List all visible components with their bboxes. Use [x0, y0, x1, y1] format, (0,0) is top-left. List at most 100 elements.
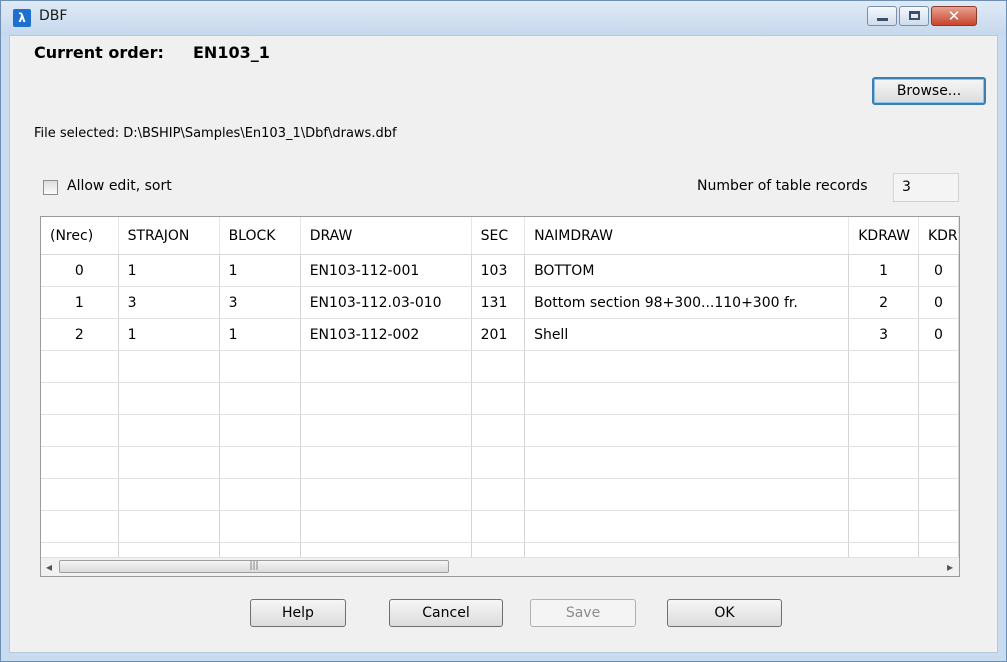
empty-cell — [918, 478, 959, 511]
scroll-thumb[interactable]: ||| — [59, 560, 449, 573]
empty-cell — [471, 510, 526, 543]
empty-cell — [118, 350, 220, 383]
current-order-label: Current order: — [34, 43, 164, 62]
records-table: (Nrec) STRAJON BLOCK DRAW SEC NAIMDRAW KDRAW KD… — [41, 217, 959, 575]
empty-table-row — [41, 414, 959, 447]
empty-cell — [848, 446, 919, 479]
table-row[interactable]: 2 1 1 EN103-112-002 201 Shell 3 0 — [41, 318, 959, 351]
empty-cell — [300, 414, 472, 447]
table-cell[interactable]: 1 — [41, 286, 119, 319]
table-cell[interactable]: 0 — [918, 254, 959, 287]
column-header[interactable]: STRAJON — [118, 217, 220, 255]
empty-cell — [524, 446, 850, 479]
minimize-button[interactable] — [867, 6, 897, 26]
empty-cell — [118, 382, 220, 415]
table-cell[interactable]: 201 — [471, 318, 526, 351]
empty-cell — [848, 350, 919, 383]
table-cell[interactable]: 0 — [918, 318, 959, 351]
empty-table-row — [41, 478, 959, 511]
app-icon: λ — [13, 9, 31, 27]
table-cell[interactable]: 1 — [848, 254, 919, 287]
empty-table-row — [41, 510, 959, 543]
cancel-button[interactable]: Cancel — [389, 599, 503, 627]
table-cell[interactable]: 2 — [41, 318, 119, 351]
empty-cell — [41, 414, 119, 447]
records-count-label: Number of table records — [697, 178, 868, 194]
empty-cell — [918, 510, 959, 543]
column-header[interactable]: DRAW — [300, 217, 472, 255]
column-header[interactable]: KDR — [918, 217, 959, 255]
table-cell[interactable]: 1 — [118, 318, 220, 351]
empty-cell — [918, 382, 959, 415]
empty-cell — [471, 414, 526, 447]
empty-cell — [471, 478, 526, 511]
table-cell[interactable]: 1 — [219, 254, 301, 287]
table-cell[interactable]: 3 — [848, 318, 919, 351]
save-button: Save — [530, 599, 636, 627]
empty-cell — [848, 382, 919, 415]
table-cell[interactable]: EN103-112.03-010 — [300, 286, 472, 319]
help-button[interactable]: Help — [250, 599, 346, 627]
empty-cell — [219, 350, 301, 383]
empty-cell — [41, 382, 119, 415]
empty-table-row — [41, 350, 959, 383]
empty-cell — [219, 510, 301, 543]
empty-cell — [41, 510, 119, 543]
table-header-row: (Nrec) STRAJON BLOCK DRAW SEC NAIMDRAW KDRAW KD… — [41, 217, 959, 255]
close-button[interactable]: ✕ — [931, 6, 977, 26]
table-cell[interactable]: 2 — [848, 286, 919, 319]
title-bar[interactable]: λ DBF ✕ — [1, 1, 1006, 35]
scroll-right-icon[interactable]: ▸ — [947, 560, 953, 574]
minimize-icon — [877, 18, 888, 21]
allow-edit-label[interactable]: Allow edit, sort — [67, 178, 172, 194]
table-cell[interactable]: 3 — [118, 286, 220, 319]
maximize-icon — [909, 11, 920, 20]
column-header[interactable]: (Nrec) — [41, 217, 119, 255]
empty-cell — [524, 382, 850, 415]
empty-cell — [848, 478, 919, 511]
empty-table-row — [41, 382, 959, 415]
column-header[interactable]: NAIMDRAW — [524, 217, 850, 255]
empty-cell — [41, 446, 119, 479]
column-header[interactable]: SEC — [471, 217, 526, 255]
empty-cell — [918, 414, 959, 447]
empty-cell — [918, 446, 959, 479]
table-cell[interactable]: 1 — [219, 318, 301, 351]
empty-cell — [300, 382, 472, 415]
records-count-field[interactable]: 3 — [893, 173, 959, 202]
column-header[interactable]: KDRAW — [848, 217, 919, 255]
table-cell[interactable]: 0 — [918, 286, 959, 319]
table-cell[interactable]: 0 — [41, 254, 119, 287]
table-row[interactable]: 1 3 3 EN103-112.03-010 131 Bottom section 98+… — [41, 286, 959, 319]
table-cell[interactable]: 3 — [219, 286, 301, 319]
table-cell[interactable]: BOTTOM — [524, 254, 850, 287]
empty-cell — [219, 446, 301, 479]
data-grid[interactable]: (Nrec) STRAJON BLOCK DRAW SEC NAIMDRAW KDRAW KD… — [40, 216, 960, 577]
allow-edit-checkbox[interactable] — [43, 180, 58, 195]
empty-cell — [524, 414, 850, 447]
ok-button[interactable]: OK — [667, 599, 782, 627]
table-cell[interactable]: EN103-112-001 — [300, 254, 472, 287]
table-cell[interactable]: Bottom section 98+300...110+300 fr. — [524, 286, 850, 319]
empty-cell — [118, 510, 220, 543]
horizontal-scrollbar[interactable]: ◂ ||| ▸ — [41, 557, 959, 576]
current-order-value: EN103_1 — [193, 43, 270, 62]
table-cell[interactable]: 131 — [471, 286, 526, 319]
scroll-left-icon[interactable]: ◂ — [46, 560, 52, 574]
table-cell[interactable]: EN103-112-002 — [300, 318, 472, 351]
table-cell[interactable]: 1 — [118, 254, 220, 287]
column-header[interactable]: BLOCK — [219, 217, 301, 255]
table-cell[interactable]: Shell — [524, 318, 850, 351]
empty-cell — [471, 350, 526, 383]
table-cell[interactable]: 103 — [471, 254, 526, 287]
empty-cell — [300, 446, 472, 479]
empty-cell — [219, 382, 301, 415]
empty-cell — [471, 446, 526, 479]
empty-cell — [300, 478, 472, 511]
table-row[interactable]: 0 1 1 EN103-112-001 103 BOTTOM 1 0 — [41, 254, 959, 287]
file-selected-path: File selected: D:\BSHIP\Samples\En103_1\… — [34, 126, 397, 141]
empty-cell — [41, 478, 119, 511]
maximize-button[interactable] — [899, 6, 929, 26]
empty-cell — [524, 478, 850, 511]
browse-button[interactable]: Browse... — [872, 77, 986, 105]
